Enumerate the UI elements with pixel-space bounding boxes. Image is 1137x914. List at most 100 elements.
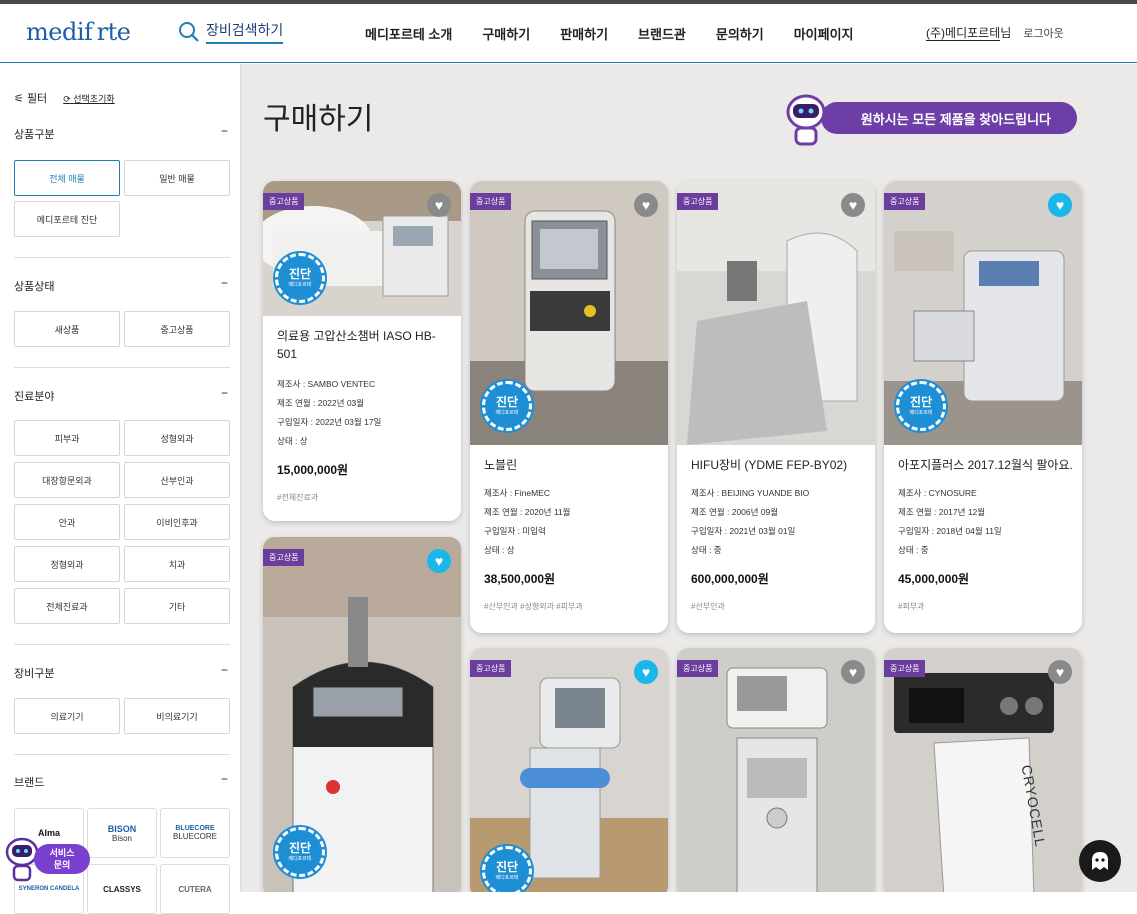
heart-icon: ♥ bbox=[848, 197, 858, 213]
search-icon bbox=[179, 22, 199, 42]
nav-sell[interactable]: 판매하기 bbox=[560, 24, 608, 43]
nav-contact[interactable]: 문의하기 bbox=[716, 24, 764, 43]
product-info: HIFU장비 (YDME FEP-BY02) 제조사 : BEIJING YUA… bbox=[691, 456, 867, 612]
product-card[interactable]: CRYOCELL 중고상품 ♥ bbox=[884, 648, 1082, 892]
filter-all-listings[interactable]: 전체 매물 bbox=[14, 160, 120, 196]
heart-icon: ♥ bbox=[434, 553, 444, 569]
product-card[interactable]: 중고상품 ♥ bbox=[677, 648, 875, 892]
product-purchase-date: 구입일자 : 미입력 bbox=[484, 526, 546, 536]
product-made-date: 제조 연월 : 2020년 11월 bbox=[484, 507, 571, 517]
collapse-icon[interactable]: − bbox=[221, 124, 228, 138]
filter-used[interactable]: 중고상품 bbox=[124, 311, 230, 347]
used-badge: 중고상품 bbox=[263, 193, 305, 210]
product-info: 의료용 고압산소챔버 IASO HB-501 제조사 : SAMBO VENTE… bbox=[277, 327, 453, 503]
nav-about[interactable]: 메디포르테 소개 bbox=[365, 24, 452, 43]
filter-dermatology[interactable]: 피부과 bbox=[14, 420, 120, 456]
filter-ent[interactable]: 이비인후과 bbox=[124, 504, 230, 540]
product-photo[interactable] bbox=[677, 181, 875, 445]
brand-bluecore[interactable]: BLUECORE BLUECORE bbox=[160, 808, 230, 858]
filter-ophthalmology[interactable]: 안과 bbox=[14, 504, 120, 540]
request-banner[interactable]: 원하시는 모든 제품을 찾아드립니다 bbox=[821, 102, 1077, 134]
product-listing: 구매하기 원하시는 모든 제품을 찾아드립니다 중고상품 ♥ 진단 메디포르테 의… bbox=[241, 64, 1137, 892]
filter-obgyn[interactable]: 산부인과 bbox=[124, 462, 230, 498]
product-price: 45,000,000원 bbox=[898, 572, 970, 586]
page-title: 구매하기 bbox=[263, 103, 374, 136]
collapse-icon[interactable]: − bbox=[221, 772, 228, 786]
robot-mascot-icon bbox=[786, 94, 826, 146]
filter-toggle[interactable]: ⚟ 필터 bbox=[14, 90, 47, 106]
reset-filter-link[interactable]: ⟳ 선택초기화 bbox=[63, 92, 114, 105]
divider bbox=[14, 367, 230, 368]
product-condition: 상태 : 상 bbox=[484, 545, 515, 555]
service-inquiry-button[interactable]: 서비스 문의 bbox=[4, 836, 90, 891]
diagnosed-seal: 진단 메디포르테 bbox=[275, 253, 325, 303]
filter-dental[interactable]: 치과 bbox=[124, 546, 230, 582]
filter-other[interactable]: 기타 bbox=[124, 588, 230, 624]
product-card[interactable]: 중고상품 ♥ 진단 메디포르테 bbox=[470, 648, 668, 892]
site-logo[interactable]: medif rte bbox=[26, 18, 131, 46]
section-title-brand: 브랜드 bbox=[14, 777, 45, 789]
filter-general-listings[interactable]: 일반 매물 bbox=[124, 160, 230, 196]
product-condition: 상태 : 상 bbox=[277, 436, 308, 446]
product-maker: 제조사 : BEIJING YUANDE BIO bbox=[691, 488, 810, 498]
filter-all-departments[interactable]: 전체진료과 bbox=[14, 588, 120, 624]
product-hashtags[interactable]: #피부과 bbox=[898, 601, 1074, 612]
favorite-button[interactable]: ♥ bbox=[841, 660, 865, 684]
favorite-button-active[interactable]: ♥ bbox=[427, 549, 451, 573]
used-badge: 중고상품 bbox=[263, 549, 305, 566]
product-card[interactable]: 중고상품 ♥ 진단 메디포르테 의료용 고압산소챔버 IASO HB-501 제조… bbox=[263, 181, 461, 521]
filter-mediforte-diagnosed[interactable]: 메디포르테 진단 bbox=[14, 201, 120, 237]
heart-icon: ♥ bbox=[641, 197, 651, 213]
product-hashtags[interactable]: #산부인과 bbox=[691, 601, 867, 612]
favorite-button[interactable]: ♥ bbox=[1048, 660, 1072, 684]
favorite-button[interactable]: ♥ bbox=[634, 193, 658, 217]
logout-link[interactable]: 로그아웃 bbox=[1023, 25, 1063, 41]
filter-non-medical-device[interactable]: 비의료기기 bbox=[124, 698, 230, 734]
favorite-button[interactable]: ♥ bbox=[427, 193, 451, 217]
product-made-date: 제조 연월 : 2017년 12월 bbox=[898, 507, 986, 517]
brand-classys[interactable]: CLASSYS bbox=[87, 864, 157, 914]
company-name[interactable]: (주)메디포르테 bbox=[926, 26, 1001, 41]
product-title: 의료용 고압산소챔버 IASO HB-501 bbox=[277, 329, 436, 361]
product-card[interactable]: 중고상품 ♥ 진단 메디포르테 노블린 제조사 : FineMEC 제조 연월 :… bbox=[470, 181, 668, 633]
product-price: 38,500,000원 bbox=[484, 572, 556, 586]
collapse-icon[interactable]: − bbox=[221, 663, 228, 677]
filter-new[interactable]: 새상품 bbox=[14, 311, 120, 347]
filter-orthopedics[interactable]: 정형외과 bbox=[14, 546, 120, 582]
collapse-icon[interactable]: − bbox=[221, 276, 228, 290]
product-photo[interactable]: CRYOCELL bbox=[884, 648, 1082, 892]
collapse-icon[interactable]: − bbox=[221, 386, 228, 400]
favorite-button[interactable]: ♥ bbox=[841, 193, 865, 217]
divider bbox=[14, 644, 230, 645]
product-card[interactable]: 중고상품 ♥ HIFU장비 (YDME FEP-BY02) 제조사 : BEIJ… bbox=[677, 181, 875, 633]
product-price: 600,000,000원 bbox=[691, 572, 769, 586]
brand-bison[interactable]: BISON Bison bbox=[87, 808, 157, 858]
favorite-button-active[interactable]: ♥ bbox=[1048, 193, 1072, 217]
product-info: 노블린 제조사 : FineMEC 제조 연월 : 2020년 11월 구입일자… bbox=[484, 456, 660, 612]
product-photo[interactable] bbox=[677, 648, 875, 892]
photo-cosmetic-cart bbox=[677, 648, 875, 892]
chat-button[interactable] bbox=[1079, 840, 1121, 882]
filter-medical-device[interactable]: 의료기기 bbox=[14, 698, 120, 734]
brand-cutera[interactable]: CUTERA bbox=[160, 864, 230, 914]
filter-plastic-surgery[interactable]: 성형외과 bbox=[124, 420, 230, 456]
honorific: 님 bbox=[1000, 26, 1012, 40]
section-title-equip-type: 장비구분 bbox=[14, 668, 55, 680]
product-card[interactable]: 중고상품 ♥ 진단 메디포르테 아포지플러스 2017.12월식 팔아요. 제조사… bbox=[884, 181, 1082, 633]
product-hashtags[interactable]: #전체진료과 bbox=[277, 492, 453, 503]
diagnosed-seal: 진단 메디포르테 bbox=[482, 846, 532, 892]
nav-brands[interactable]: 브랜드관 bbox=[638, 24, 686, 43]
diagnosed-seal: 진단 메디포르테 bbox=[482, 381, 532, 431]
filter-colorectal[interactable]: 대장항문외과 bbox=[14, 462, 120, 498]
nav-buy[interactable]: 구매하기 bbox=[482, 24, 530, 43]
divider bbox=[14, 754, 230, 755]
user-area: (주)메디포르테님 로그아웃 bbox=[926, 24, 1064, 41]
product-condition: 상태 : 중 bbox=[691, 545, 722, 555]
main-nav: 메디포르테 소개 구매하기 판매하기 브랜드관 문의하기 마이페이지 bbox=[365, 24, 854, 43]
product-hashtags[interactable]: #산부인과 #성형외과 #피부과 bbox=[484, 601, 660, 612]
equipment-search-link[interactable]: 장비검색하기 bbox=[178, 20, 284, 44]
product-title: 아포지플러스 2017.12월식 팔아요. bbox=[898, 458, 1073, 472]
product-card[interactable]: 중고상품 ♥ 진단 메디포르테 bbox=[263, 537, 461, 892]
nav-mypage[interactable]: 마이페이지 bbox=[794, 24, 854, 43]
favorite-button-active[interactable]: ♥ bbox=[634, 660, 658, 684]
